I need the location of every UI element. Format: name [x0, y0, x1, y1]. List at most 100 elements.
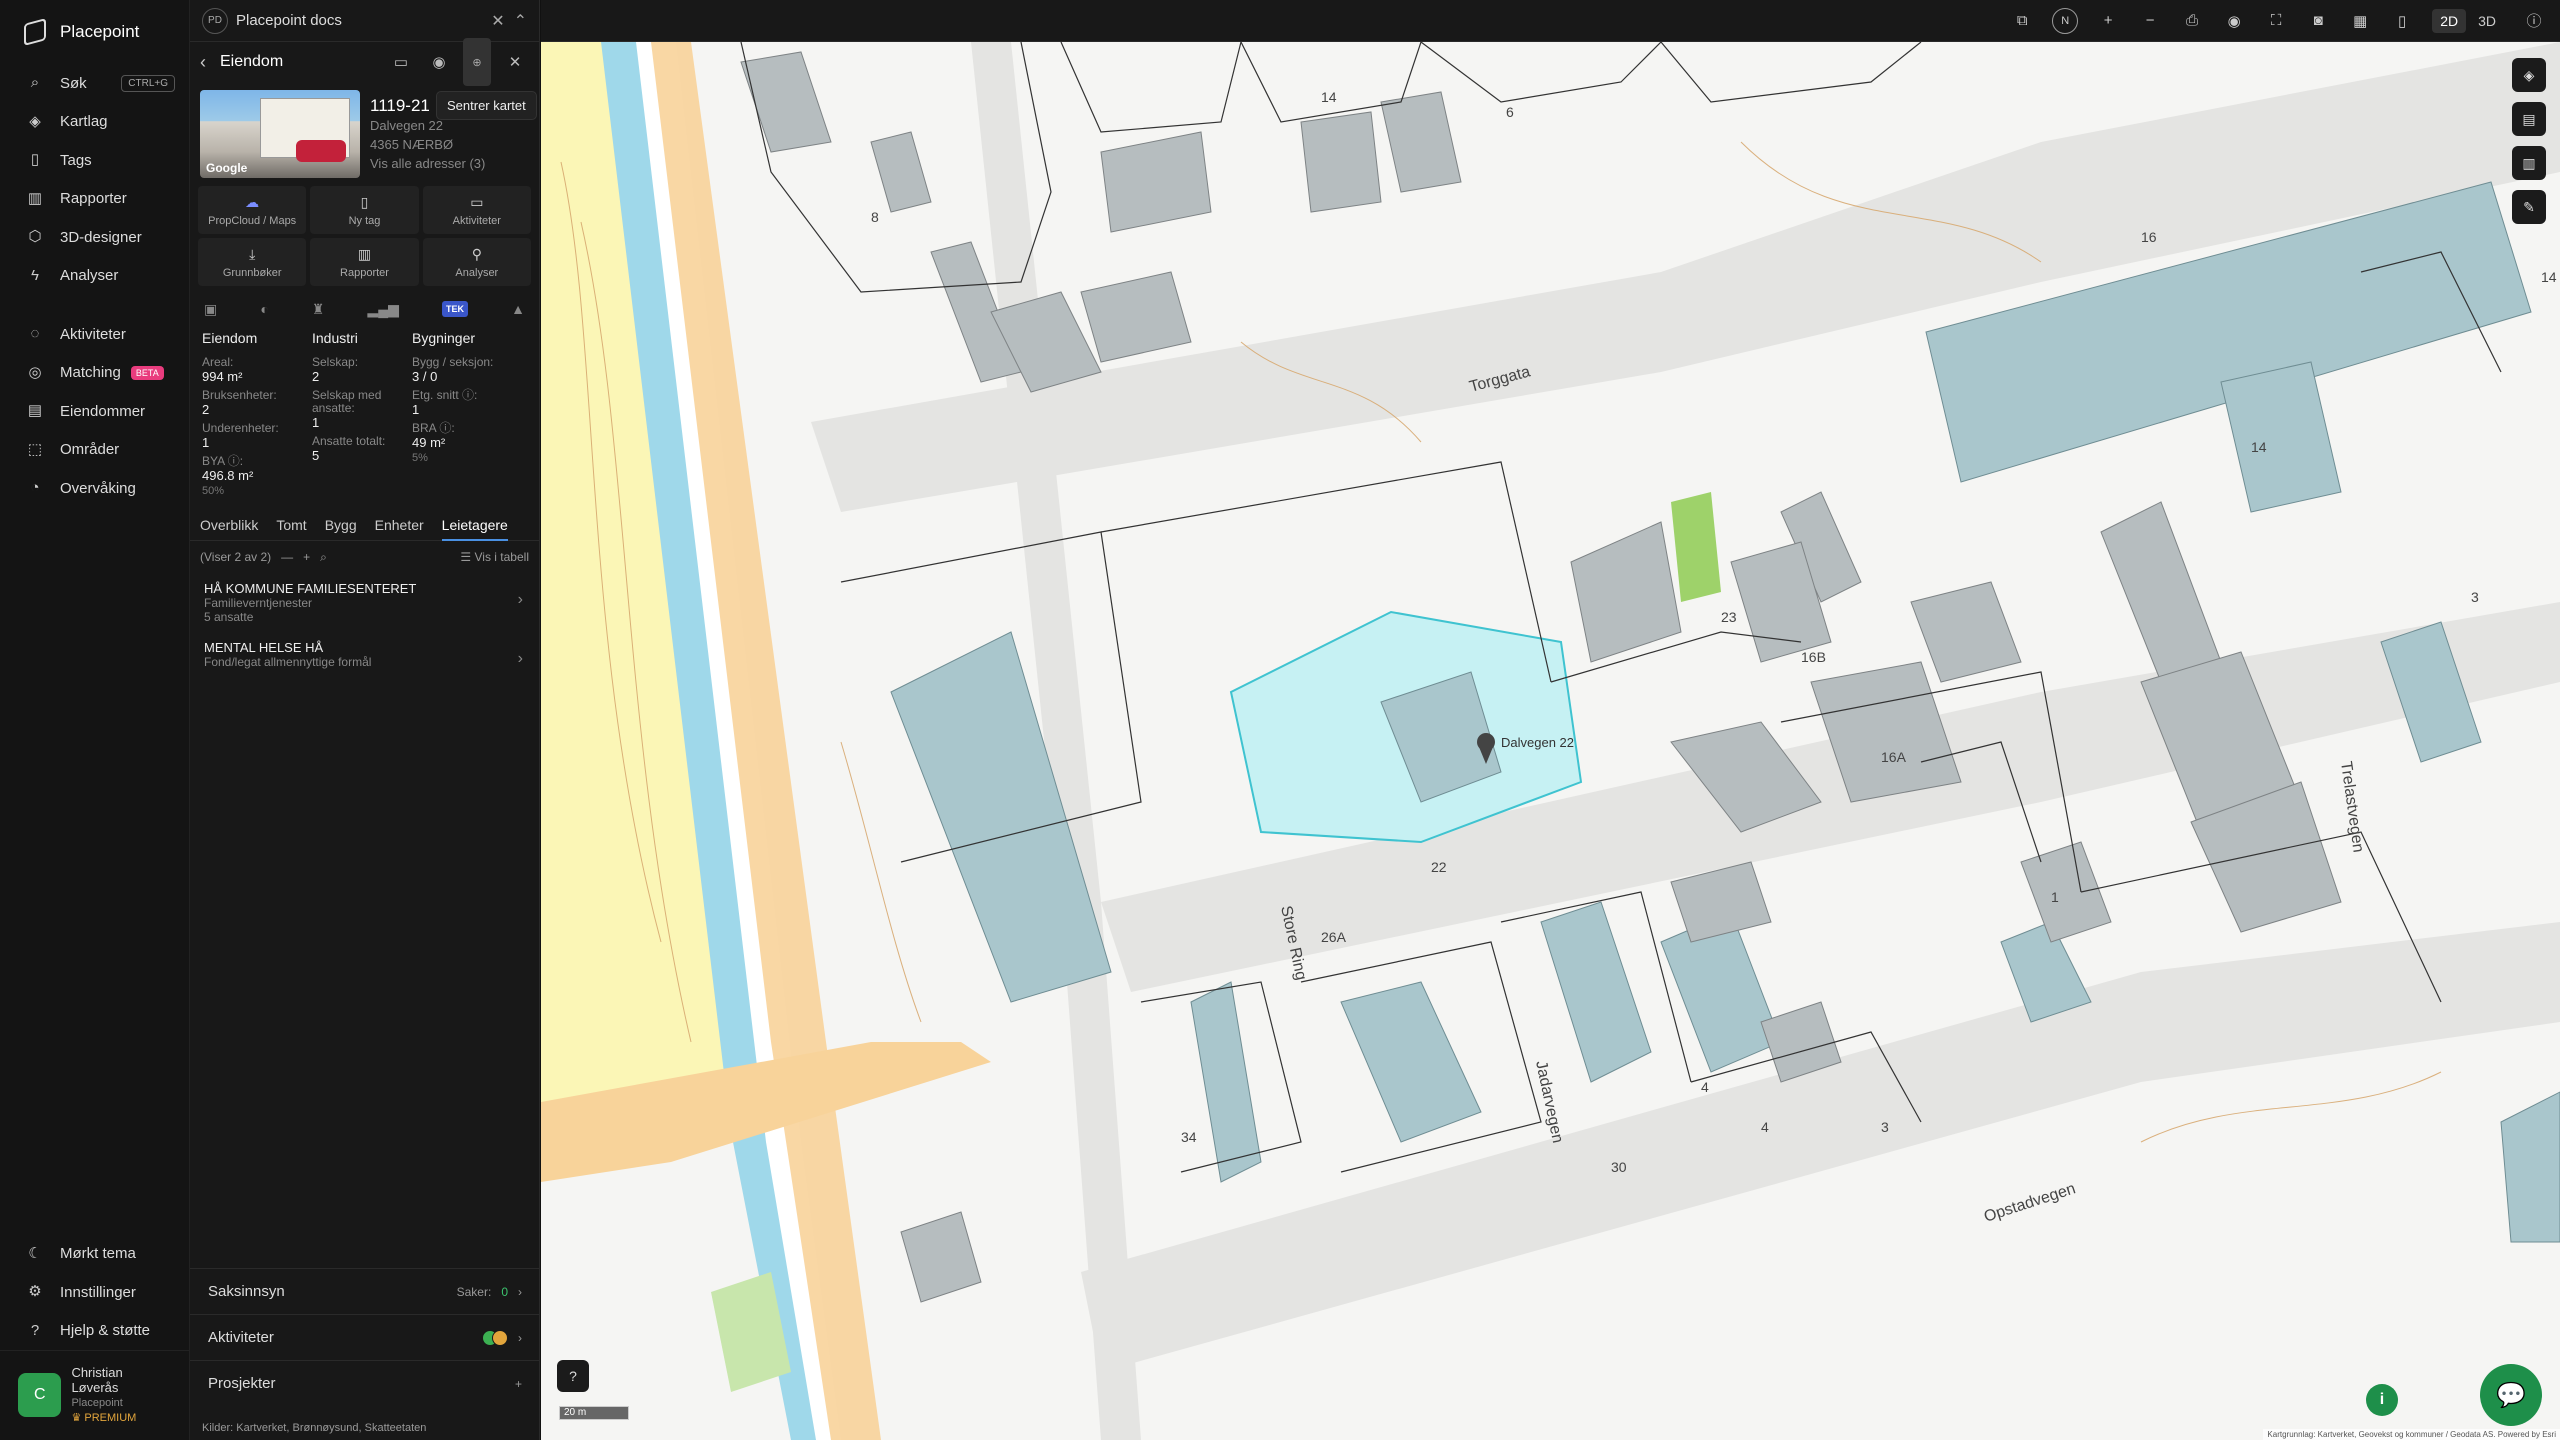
- plus-icon[interactable]: +: [515, 1377, 522, 1391]
- edit-tool[interactable]: ✎: [2512, 190, 2546, 224]
- pencil-icon: ✎: [2523, 198, 2535, 215]
- nav-analyser[interactable]: ϟ Analyser: [0, 257, 189, 296]
- nav-aktiviteter[interactable]: ◌ Aktiviteter: [0, 315, 189, 354]
- brand-name: Placepoint: [60, 22, 140, 41]
- tek-badge[interactable]: TEK: [442, 301, 469, 317]
- search-icon: ⌕: [30, 74, 40, 92]
- svg-text:3: 3: [2471, 589, 2479, 605]
- section-saksinnsyn[interactable]: Saksinnsyn Saker: 0 ›: [190, 1268, 540, 1314]
- reports-button[interactable]: ▥ Rapporter: [310, 238, 419, 286]
- list-icon: ▤: [27, 402, 43, 420]
- stat-sub: 50%: [202, 485, 225, 497]
- camera-icon[interactable]: ◙: [2306, 9, 2330, 33]
- section-prosjekter[interactable]: Prosjekter +: [190, 1360, 540, 1406]
- nav-3d-designer[interactable]: ⬡ 3D-designer: [0, 218, 189, 257]
- nav-omrader[interactable]: ⬚ Områder: [0, 431, 189, 470]
- back-icon[interactable]: ‹: [200, 52, 206, 73]
- layers-stack-icon[interactable]: ⧉: [2010, 9, 2034, 33]
- section-aktiviteter[interactable]: Aktiviteter ›: [190, 1314, 540, 1360]
- svg-text:34: 34: [1181, 1129, 1197, 1145]
- nav-eiendommer[interactable]: ▤ Eiendommer: [0, 392, 189, 431]
- zoom-out-icon[interactable]: −: [2138, 9, 2162, 33]
- info-button[interactable]: i: [2366, 1384, 2398, 1416]
- chart-tool[interactable]: ▥: [2512, 146, 2546, 180]
- zoom-in-icon[interactable]: +: [2096, 9, 2120, 33]
- help-button[interactable]: ?: [557, 1360, 589, 1392]
- tab-overblikk[interactable]: Overblikk: [200, 509, 258, 541]
- chevron-right-icon: ›: [517, 650, 523, 667]
- map-canvas[interactable]: 6 14 8 16 14 14 3 34 30 4 22 23 26A 16B 16A 134 To…: [541, 42, 2560, 1440]
- map-layers-tool[interactable]: ◈: [2512, 58, 2546, 92]
- monitor-icon: ◔: [30, 479, 40, 497]
- user-name: Christian Løverås: [71, 1365, 123, 1395]
- activities-button[interactable]: ▭ Aktiviteter: [422, 186, 531, 234]
- tenant-name: MENTAL HELSE HÅ: [204, 640, 324, 655]
- ruler-icon: ▤: [2522, 110, 2536, 127]
- tab-bygg[interactable]: Bygg: [325, 509, 357, 541]
- panel-tab-title[interactable]: Placepoint docs: [236, 12, 342, 29]
- list-item[interactable]: HÅ KOMMUNE FAMILIESENTERET Familieverntj…: [190, 573, 539, 632]
- svg-text:23: 23: [1721, 609, 1737, 625]
- nav-help[interactable]: ? Hjelp & støtte: [0, 1312, 190, 1351]
- tab-tomt[interactable]: Tomt: [276, 509, 306, 541]
- nav-label: Matching: [60, 364, 121, 382]
- nav-search[interactable]: ⌕ Søk CTRL+G: [0, 64, 189, 103]
- id-icon[interactable]: ▣: [204, 301, 217, 318]
- nav-settings[interactable]: ⚙ Innstillinger: [0, 1273, 190, 1312]
- svg-text:16A: 16A: [1881, 749, 1907, 765]
- eye-icon[interactable]: ◉: [425, 48, 453, 76]
- nav-rapporter[interactable]: ▥ Rapporter: [0, 180, 189, 219]
- all-addresses-link[interactable]: Vis alle adresser (3): [370, 154, 485, 173]
- tab-leietagere[interactable]: Leietagere: [441, 509, 508, 541]
- close-icon[interactable]: ✕ ⌃: [491, 11, 527, 31]
- print-icon[interactable]: ⎙: [2180, 9, 2204, 33]
- globe-icon[interactable]: ◐: [260, 301, 268, 317]
- building-icon[interactable]: ♜: [312, 301, 325, 318]
- stat-value: 5: [312, 448, 320, 463]
- map-toolbar: ⧉ N + − ⎙ ◉ ⛶ ◙ ▦ ▯ 2D 3D ⓘ: [541, 0, 2560, 42]
- nav-tags[interactable]: ▯ Tags: [0, 141, 189, 180]
- brand[interactable]: Placepoint: [0, 0, 189, 64]
- new-tag-button[interactable]: ▯ Ny tag: [310, 186, 419, 234]
- eye-icon[interactable]: ◉: [2222, 9, 2246, 33]
- street-view-image[interactable]: Google: [200, 90, 360, 178]
- chevron-right-icon: ›: [518, 1330, 522, 1345]
- user-profile[interactable]: C Christian Løverås Placepoint ♛ PREMIUM: [0, 1350, 190, 1440]
- search-icon[interactable]: ⌕: [320, 550, 327, 565]
- grunnboker-button[interactable]: ⤓ Grunnbøker: [198, 238, 307, 286]
- tab-enheter[interactable]: Enheter: [375, 509, 424, 541]
- plus-icon[interactable]: +: [303, 550, 310, 564]
- chat-button[interactable]: 💬: [2480, 1364, 2542, 1426]
- info-icon[interactable]: ⓘ: [2522, 9, 2546, 33]
- bookmark-icon[interactable]: ▯: [2390, 9, 2414, 33]
- table-view-button[interactable]: ☰ Vis i tabell: [460, 550, 529, 564]
- grid-icon[interactable]: ▦: [2348, 9, 2372, 33]
- nav-label: Innstillinger: [60, 1283, 136, 1301]
- analyse-button[interactable]: ⚲ Analyser: [422, 238, 531, 286]
- id-card-icon[interactable]: ▭: [387, 48, 415, 76]
- list-item[interactable]: MENTAL HELSE HÅ Fond/legat allmennyttige…: [190, 632, 539, 677]
- svg-text:3: 3: [1881, 1119, 1889, 1135]
- nav-label: 3D-designer: [60, 228, 142, 246]
- fullscreen-icon[interactable]: ⛶: [2264, 9, 2288, 33]
- measure-tool[interactable]: ▤: [2512, 102, 2546, 136]
- view-2d-button[interactable]: 2D: [2432, 8, 2467, 33]
- svg-text:4: 4: [1701, 1079, 1709, 1095]
- view-3d-button[interactable]: 3D: [2470, 9, 2504, 33]
- propcloud-button[interactable]: ☁ PropCloud / Maps: [198, 186, 307, 234]
- nav-matching[interactable]: ◎ Matching BETA: [0, 354, 189, 393]
- chevron-right-icon: ›: [518, 1284, 522, 1299]
- svg-text:8: 8: [871, 209, 879, 225]
- nav-kartlag[interactable]: ◈ Kartlag: [0, 103, 189, 142]
- nav-dark-theme[interactable]: ☾ Mørkt tema: [0, 1235, 190, 1274]
- nav-overvaking[interactable]: ◔ Overvåking: [0, 469, 189, 508]
- crosshair-icon[interactable]: ⊕: [463, 38, 491, 86]
- close-icon[interactable]: ✕: [501, 48, 529, 76]
- compass-button[interactable]: N: [2052, 7, 2079, 34]
- sources-footer: Kilder: Kartverket, Brønnøysund, Skattee…: [202, 1422, 427, 1434]
- minus-icon[interactable]: —: [281, 550, 293, 564]
- warning-icon[interactable]: ▲: [511, 301, 525, 317]
- bookmark-icon: ▯: [360, 193, 369, 210]
- signal-icon[interactable]: ▂▄▆: [368, 301, 399, 318]
- tenant-count: (Viser 2 av 2): [200, 550, 272, 564]
